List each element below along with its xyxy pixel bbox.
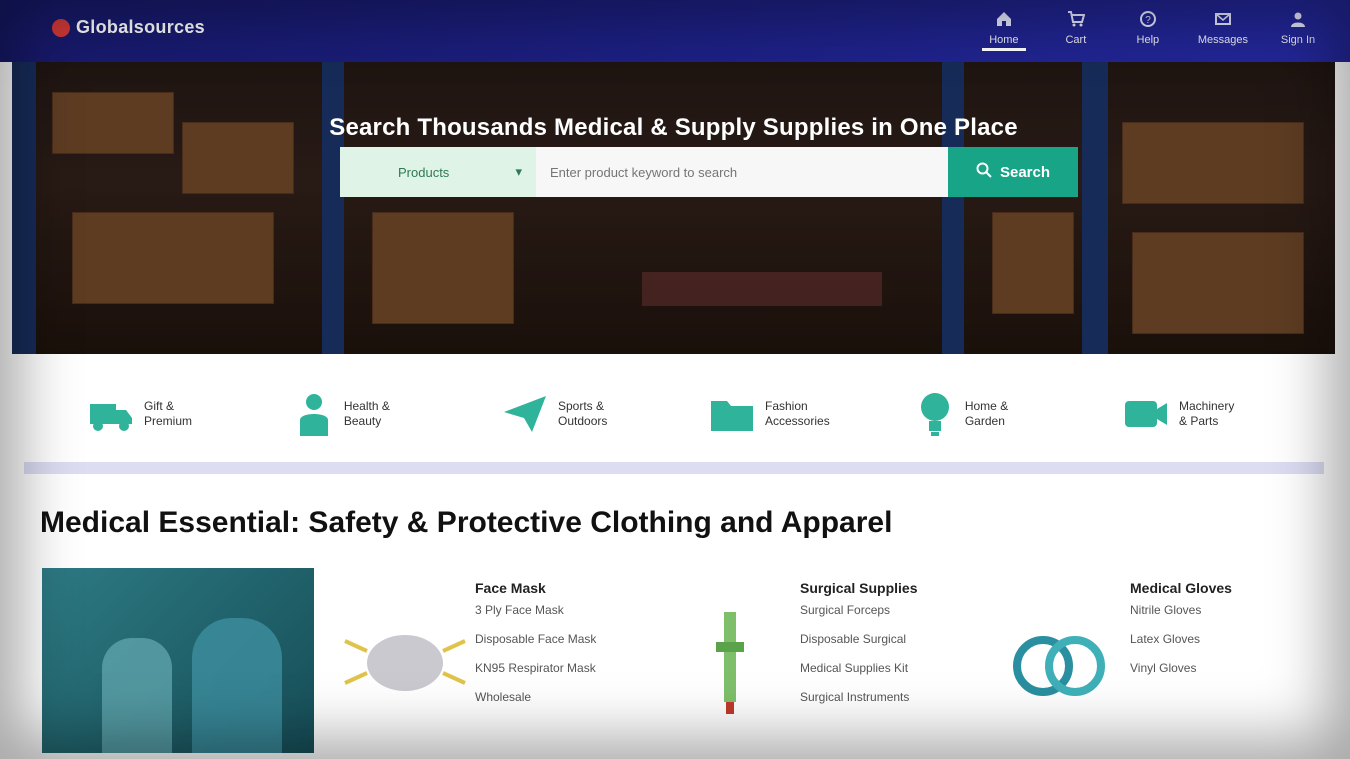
category-divider (24, 462, 1324, 474)
search-icon (976, 162, 992, 182)
category-label: Fashion Accessories (765, 399, 830, 428)
product-link[interactable]: KN95 Respirator Mask (475, 654, 625, 683)
user-icon (1289, 4, 1307, 28)
product-info: Medical Gloves Nitrile Gloves Latex Glov… (1130, 568, 1280, 753)
top-nav: Globalsources Home Cart ? Help Messages (0, 0, 1350, 62)
nav-item-label: Cart (1065, 34, 1087, 46)
person-icon (295, 390, 334, 438)
product-card: Face Mask 3 Ply Face Mask Disposable Fac… (335, 568, 625, 753)
nav-item-messages[interactable]: Messages (1198, 4, 1248, 46)
category-strip: Gift & Premium Health & Beauty Sports & … (0, 362, 1350, 466)
logo-icon (52, 18, 70, 37)
nav-item-home[interactable]: Home (981, 4, 1026, 51)
chevron-down-icon: ▾ (515, 164, 522, 179)
logo[interactable]: Globalsources (52, 17, 205, 38)
surgical-tool-icon (716, 611, 744, 714)
nav-item-help[interactable]: ? Help (1126, 4, 1170, 46)
product-link[interactable]: Surgical Forceps (800, 596, 950, 625)
product-link[interactable]: Disposable Surgical (800, 625, 950, 654)
folder-icon (709, 390, 755, 438)
product-card: Surgical Supplies Surgical Forceps Dispo… (660, 568, 950, 753)
category-label: Gift & Premium (144, 399, 193, 428)
help-icon: ? (1139, 4, 1157, 28)
feature-image[interactable] (42, 568, 314, 753)
product-link[interactable]: Vinyl Gloves (1130, 654, 1280, 683)
lightbulb-icon (916, 390, 955, 438)
video-icon (1123, 390, 1169, 438)
search-input[interactable] (536, 147, 948, 197)
search-bar: Products ▾ Search (340, 147, 1078, 197)
search-button[interactable]: Search (948, 147, 1078, 197)
category-item[interactable]: Machinery & Parts (1035, 362, 1242, 466)
svg-text:?: ? (1145, 15, 1151, 26)
product-title[interactable]: Medical Gloves (1130, 580, 1280, 596)
cart-icon (1067, 4, 1085, 28)
gloves-icon (1013, 635, 1105, 696)
nav-menu: Home Cart ? Help Messages Sign In (981, 4, 1320, 51)
nav-item-label: Home (989, 34, 1019, 46)
product-link[interactable]: Wholesale (475, 683, 625, 712)
category-label: Sports & Outdoors (558, 399, 608, 428)
product-link[interactable]: 3 Ply Face Mask (475, 596, 625, 625)
glove-shape (192, 618, 282, 753)
product-title[interactable]: Surgical Supplies (800, 580, 950, 596)
nav-item-sign-in[interactable]: Sign In (1276, 4, 1320, 46)
category-item[interactable]: Gift & Premium (0, 362, 207, 466)
message-icon (1214, 4, 1232, 28)
category-item[interactable]: Health & Beauty (207, 362, 414, 466)
search-button-label: Search (999, 163, 1051, 181)
nav-item-label: Help (1136, 34, 1160, 46)
glove-shape (102, 638, 172, 753)
category-label: Home & Garden (964, 399, 1009, 428)
logo-text: Globalsources (76, 17, 205, 37)
search-category-label: Products (398, 164, 450, 180)
hero-title: Search Thousands Medical & Supply Suppli… (329, 114, 1018, 141)
category-item[interactable]: Home & Garden (828, 362, 1035, 466)
hero-overlay (12, 62, 1335, 354)
product-link[interactable]: Latex Gloves (1130, 625, 1280, 654)
nav-item-label: Messages (1197, 34, 1248, 46)
product-image[interactable] (660, 568, 800, 753)
home-icon (995, 4, 1013, 28)
product-link[interactable]: Surgical Instruments (800, 683, 950, 712)
product-title[interactable]: Face Mask (475, 580, 625, 596)
product-info: Face Mask 3 Ply Face Mask Disposable Fac… (475, 568, 625, 753)
category-label: Machinery & Parts (1179, 399, 1235, 428)
section-title: Medical Essential: Safety & Protective C… (40, 506, 893, 539)
plane-icon (502, 390, 548, 438)
search-category-select[interactable]: Products ▾ (340, 147, 536, 197)
nav-item-label: Sign In (1280, 34, 1316, 46)
mask-icon (344, 634, 466, 691)
hero-banner: Search Thousands Medical & Supply Suppli… (12, 62, 1335, 354)
product-image[interactable] (990, 568, 1130, 753)
product-image[interactable] (335, 568, 475, 753)
product-link[interactable]: Disposable Face Mask (475, 625, 625, 654)
product-card: Medical Gloves Nitrile Gloves Latex Glov… (990, 568, 1280, 753)
truck-icon (88, 390, 134, 438)
category-label: Health & Beauty (343, 399, 390, 428)
product-link[interactable]: Medical Supplies Kit (800, 654, 950, 683)
category-item[interactable]: Sports & Outdoors (414, 362, 621, 466)
category-item[interactable]: Fashion Accessories (621, 362, 830, 466)
product-info: Surgical Supplies Surgical Forceps Dispo… (800, 568, 950, 753)
product-link[interactable]: Nitrile Gloves (1130, 596, 1280, 625)
nav-item-cart[interactable]: Cart (1054, 4, 1098, 46)
